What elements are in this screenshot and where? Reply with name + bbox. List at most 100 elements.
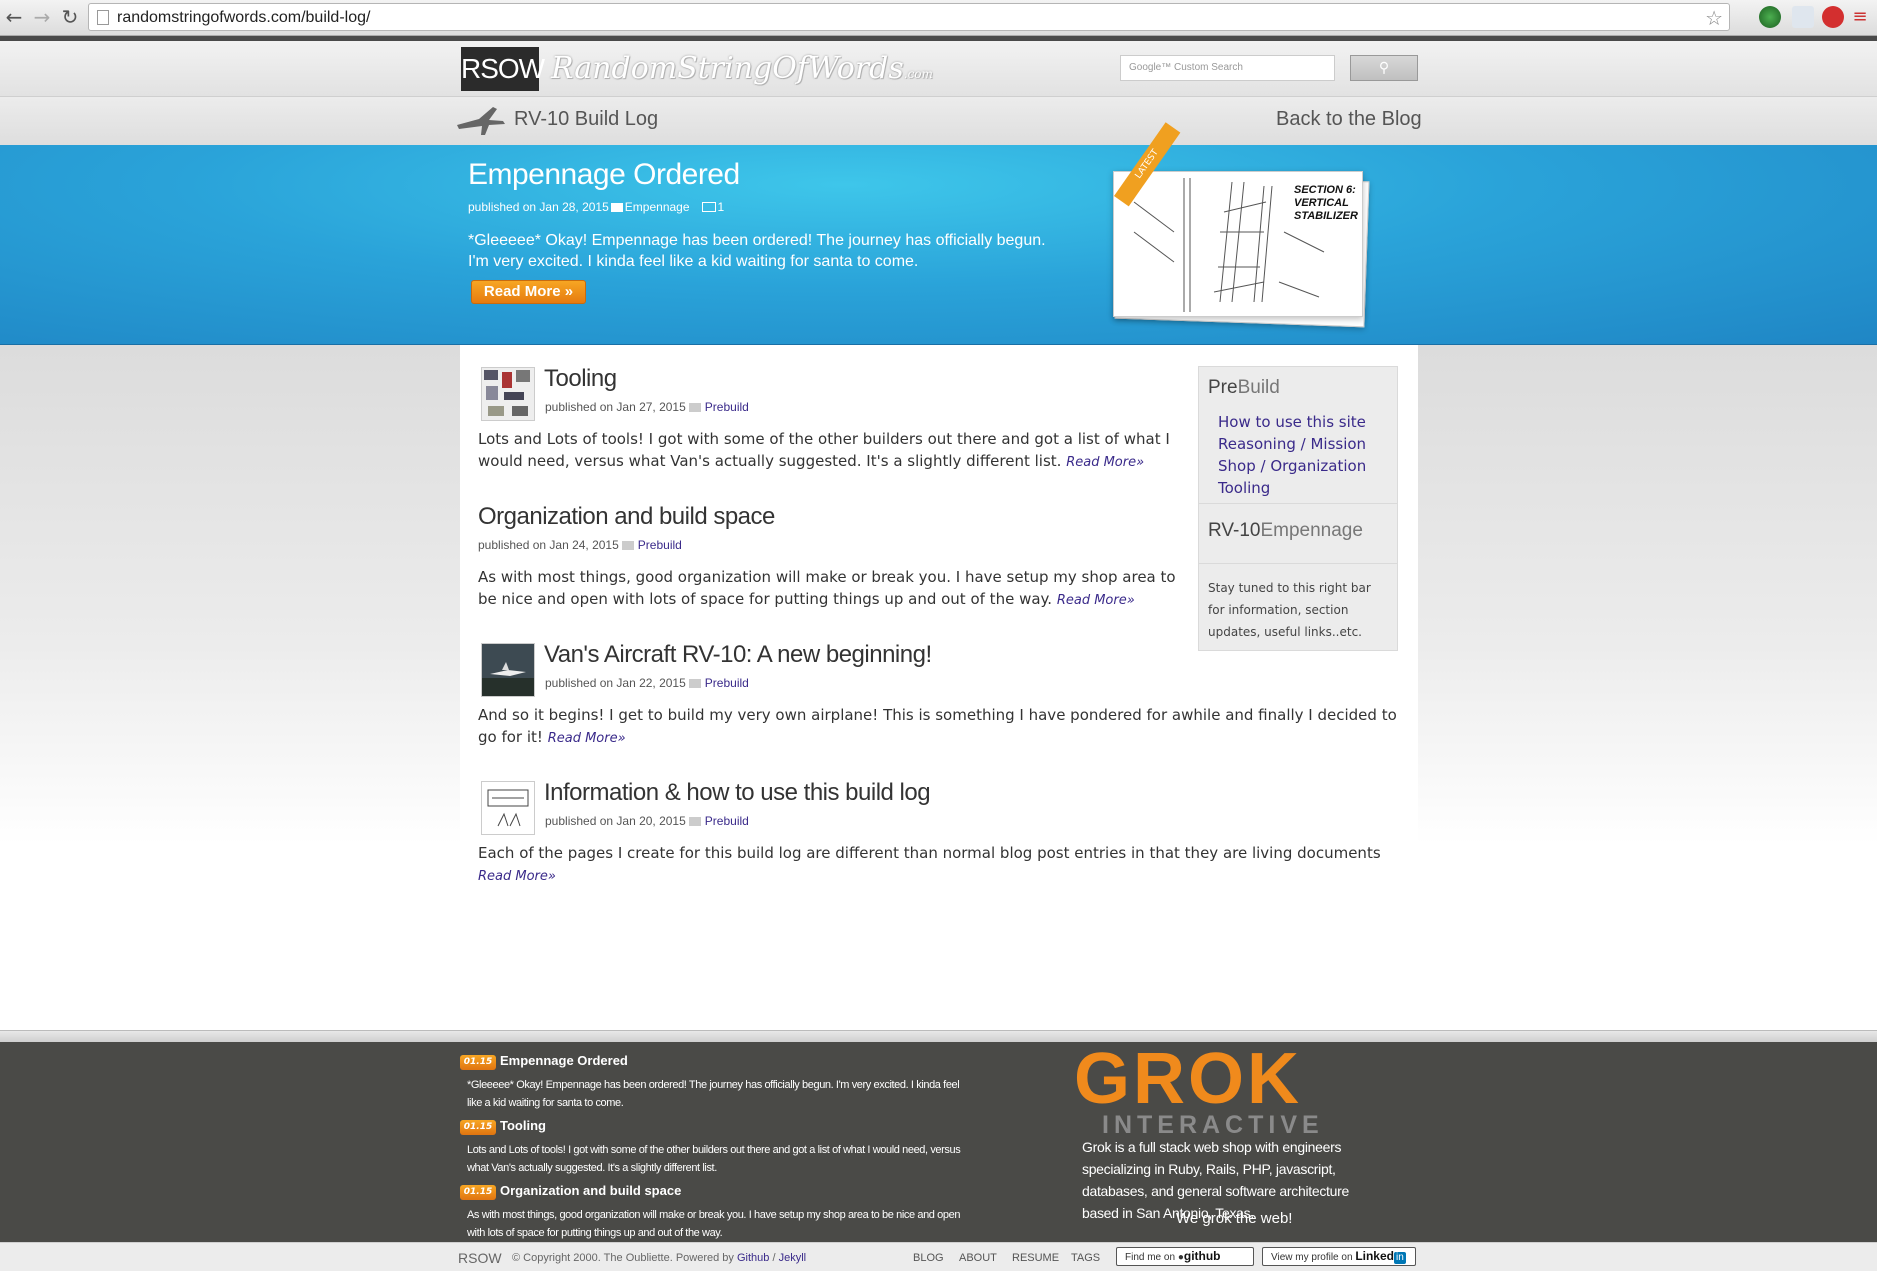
post-title[interactable]: Information & how to use this build log — [544, 779, 931, 807]
post-meta: published on Jan 22, 2015 Prebuild — [545, 676, 749, 690]
hero-date: published on Jan 28, 2015 — [468, 200, 609, 214]
drawing-section-label: SECTION 6: VERTICAL STABILIZER — [1294, 184, 1358, 222]
extension-globe-icon[interactable] — [1759, 6, 1781, 28]
linkedin-word: Linked — [1355, 1249, 1394, 1263]
rv10-heading[interactable]: RV-10Empennage — [1208, 520, 1363, 542]
post-thumbnail[interactable] — [481, 781, 535, 835]
jekyll-link[interactable]: Jekyll — [779, 1252, 807, 1264]
sidebar-link-reasoning[interactable]: Reasoning / Mission — [1218, 433, 1366, 455]
footer-feed-item: 01.15 Tooling Lots and Lots of tools! I g… — [460, 1115, 961, 1177]
sidebar-link-shop[interactable]: Shop / Organization — [1218, 455, 1366, 477]
address-bar[interactable]: randomstringofwords.com/build-log/ ☆ — [88, 3, 1730, 31]
search-input[interactable]: Google™ Custom Search — [1120, 55, 1335, 81]
prebuild-heading-a: Pre — [1208, 377, 1238, 398]
post-item: Van's Aircraft RV-10: A new beginning! p… — [478, 641, 1408, 753]
folder-icon — [688, 679, 701, 688]
bookmark-star-icon[interactable]: ☆ — [1705, 6, 1723, 30]
build-log-nav: RV-10 Build Log Back to the Blog — [0, 97, 1877, 145]
grok-tagline: We grok the web! — [1176, 1210, 1293, 1227]
feed-date-badge: 01.15 — [460, 1120, 496, 1135]
bottom-logo[interactable]: RSOW — [458, 1250, 502, 1266]
latest-post-image[interactable]: LATEST SECTION 6: VERTICAL STABILIZER — [1107, 122, 1371, 328]
grok-logo-word: GROK — [1074, 1039, 1302, 1119]
rv10-heading-b: Empennage — [1260, 520, 1363, 541]
back-to-blog-link[interactable]: Back to the Blog — [1276, 108, 1422, 131]
page-icon — [97, 10, 109, 25]
sidebar-link-how-to-use[interactable]: How to use this site — [1218, 411, 1366, 433]
footer-nav-resume[interactable]: RESUME — [1012, 1252, 1059, 1264]
read-more-link[interactable]: Read More» — [478, 869, 556, 884]
logo-script-suffix: .com — [903, 67, 933, 81]
linkedin-icon: in — [1393, 1252, 1406, 1264]
linkedin-prefix: View my profile on — [1271, 1252, 1353, 1263]
post-category[interactable]: Prebuild — [705, 400, 749, 414]
tools-thumbnail-image — [484, 370, 530, 416]
post-category[interactable]: Prebuild — [638, 538, 682, 552]
prebuild-heading-b: Build — [1237, 377, 1280, 398]
post-category[interactable]: Prebuild — [705, 814, 749, 828]
site-logo-script[interactable]: RandomStringOfWords.com — [551, 51, 933, 86]
feed-title[interactable]: Empennage Ordered — [500, 1053, 628, 1068]
sidebar-divider — [1199, 563, 1397, 564]
logo-script-text: RandomStringOfWords — [551, 51, 904, 86]
site-logo[interactable]: RSOW — [461, 47, 545, 91]
url-text: randomstringofwords.com/build-log/ — [117, 9, 371, 26]
bottom-bar: RSOW © Copyright 2000. The Oubliette. Po… — [0, 1242, 1877, 1271]
hero-excerpt: *Gleeeee* Okay! Empennage has been order… — [468, 232, 1046, 270]
read-more-link[interactable]: Read More» — [548, 731, 626, 746]
post-excerpt: Each of the pages I create for this buil… — [478, 842, 1408, 888]
prebuild-links: How to use this site Reasoning / Mission… — [1218, 411, 1366, 499]
post-date: published on Jan 20, 2015 — [545, 814, 686, 828]
post-date: published on Jan 24, 2015 — [478, 538, 619, 552]
sidebar-note: Stay tuned to this right bar for informa… — [1208, 581, 1371, 639]
post-meta: published on Jan 24, 2015 Prebuild — [478, 538, 682, 552]
sidebar-divider — [1199, 503, 1397, 504]
footer-divider — [0, 1030, 1877, 1042]
post-thumbnail[interactable] — [481, 643, 535, 697]
post-category[interactable]: Prebuild — [705, 676, 749, 690]
post-title[interactable]: Van's Aircraft RV-10: A new beginning! — [544, 641, 932, 669]
search-button[interactable]: ⚲ — [1350, 55, 1418, 81]
build-log-title[interactable]: RV-10 Build Log — [514, 108, 658, 131]
read-more-link[interactable]: Read More» — [1066, 455, 1144, 470]
folder-icon — [621, 541, 634, 550]
footer-feed-item: 01.15 Organization and build space As wit… — [460, 1180, 960, 1242]
post-title[interactable]: Organization and build space — [478, 503, 775, 531]
menu-icon[interactable]: ≡ — [1848, 5, 1872, 29]
feed-date-badge: 01.15 — [460, 1055, 496, 1070]
extension-alert-icon[interactable] — [1822, 6, 1844, 28]
sidebar-link-tooling[interactable]: Tooling — [1218, 477, 1366, 499]
post-thumbnail[interactable] — [481, 367, 535, 421]
reload-icon[interactable]: ↻ — [58, 5, 82, 29]
airplane-icon — [457, 107, 505, 135]
hero-read-more-button[interactable]: Read More » — [471, 280, 586, 304]
linkedin-profile-badge[interactable]: View my profile on Linked in — [1262, 1247, 1416, 1266]
feed-excerpt: As with most things, good organization w… — [467, 1209, 961, 1239]
footer-feed-item: 01.15 Empennage Ordered *Gleeeee* Okay! E… — [460, 1050, 960, 1112]
find-me-text: Find me on — [1125, 1252, 1176, 1263]
github-link[interactable]: Github — [737, 1252, 769, 1264]
hero-category[interactable]: Empennage — [625, 200, 690, 214]
feed-title[interactable]: Organization and build space — [500, 1183, 681, 1198]
folder-icon — [688, 403, 701, 412]
post-excerpt: As with most things, good organization w… — [478, 566, 1178, 612]
read-more-link[interactable]: Read More» — [1057, 593, 1135, 608]
footer-nav-about[interactable]: ABOUT — [959, 1252, 997, 1264]
hero-image-count: 1 — [717, 200, 725, 214]
grok-logo[interactable]: GROK INTERACTIVE — [1074, 1043, 1374, 1139]
post-meta: published on Jan 27, 2015 Prebuild — [545, 400, 749, 414]
feed-excerpt: Lots and Lots of tools! I got with some … — [467, 1144, 961, 1174]
extension-tool-icon[interactable] — [1792, 6, 1814, 28]
search-icon: ⚲ — [1378, 60, 1390, 76]
post-excerpt: Lots and Lots of tools! I got with some … — [478, 428, 1178, 474]
post-title[interactable]: Tooling — [544, 365, 617, 393]
hero-title[interactable]: Empennage Ordered — [468, 158, 740, 192]
feed-title[interactable]: Tooling — [500, 1118, 546, 1133]
github-profile-badge[interactable]: Find me on ●github — [1116, 1247, 1254, 1266]
back-arrow-icon[interactable]: ← — [2, 5, 26, 29]
github-badge-word: github — [1183, 1249, 1221, 1263]
footer-nav-blog[interactable]: BLOG — [913, 1252, 944, 1264]
post-item: Information & how to use this build log … — [478, 779, 1408, 891]
footer-nav-tags[interactable]: TAGS — [1071, 1252, 1100, 1264]
forward-arrow-icon[interactable]: → — [30, 5, 54, 29]
